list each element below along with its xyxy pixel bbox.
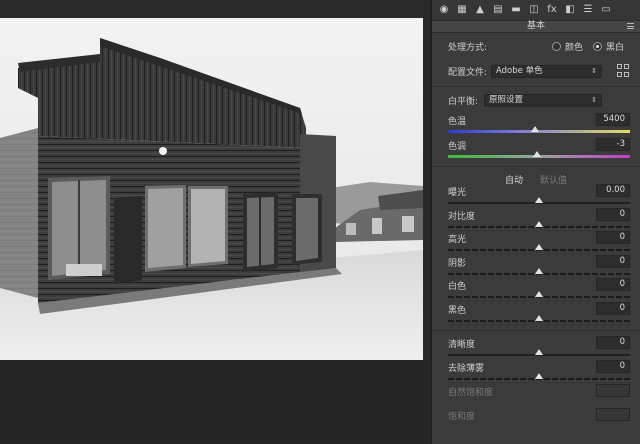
- profile-browser-icon[interactable]: [617, 64, 630, 77]
- slider-thumb[interactable]: [535, 220, 543, 227]
- basic-section-header: 基本: [432, 20, 640, 33]
- slider-row: 黑色 0: [448, 301, 630, 327]
- slider-value-input[interactable]: 0: [596, 336, 630, 349]
- photo-preview[interactable]: [0, 18, 423, 360]
- fx-tab-icon[interactable]: fx: [545, 3, 559, 17]
- white-balance-dropdown[interactable]: 原照设置 ⇕: [484, 93, 602, 107]
- color-radio[interactable]: [551, 41, 561, 51]
- slider-value-input[interactable]: 0: [596, 231, 630, 244]
- slider-row: 阴影 0: [448, 254, 630, 280]
- chevron-updown-icon: ⇕: [591, 66, 597, 75]
- canvas-background: [0, 360, 430, 444]
- detail-tab-icon[interactable]: ▲: [473, 3, 487, 17]
- slider-row: 白色 0: [448, 278, 630, 303]
- slider-thumb[interactable]: [535, 197, 543, 203]
- white-balance-label: 白平衡:: [448, 96, 479, 107]
- color-radio-label[interactable]: 颜色: [565, 40, 583, 53]
- slider-row: 清晰度 0: [448, 336, 630, 361]
- tint-label: 色调: [448, 142, 467, 152]
- slider-row: 自然饱和度: [448, 384, 630, 409]
- tint-slider-thumb[interactable]: [533, 151, 542, 157]
- panel-tab-bar: ◉ ▦ ▲ ▤ ▬ ◫ fx ◧ ☰ ▭: [432, 0, 640, 20]
- slider-label: 去除薄雾: [448, 364, 485, 374]
- slider-value-input[interactable]: 0: [596, 207, 630, 221]
- bw-radio-label[interactable]: 黑白: [606, 40, 624, 53]
- slider-label: 阴影: [448, 258, 467, 269]
- photo-editor-window: ◉ ▦ ▲ ▤ ▬ ◫ fx ◧ ☰ ▭ 基本 处理方式: 颜色 黑白 配置文件: Adobe 单…: [0, 0, 640, 444]
- slider-thumb[interactable]: [535, 314, 543, 321]
- image-canvas[interactable]: [0, 0, 430, 444]
- slider-thumb[interactable]: [535, 291, 543, 297]
- building-photo: [0, 18, 423, 360]
- slider-label: 曝光: [448, 188, 467, 198]
- slider-value-input[interactable]: 0: [596, 278, 630, 291]
- slider-row: 曝光 0.00: [448, 184, 630, 209]
- slider-value-input[interactable]: 0.00: [596, 184, 630, 197]
- slider-thumb[interactable]: [535, 349, 543, 355]
- slider-value-input: [596, 384, 630, 397]
- slider-value-input[interactable]: 0: [596, 301, 630, 315]
- slider-thumb[interactable]: [535, 373, 543, 379]
- slider-label: 清晰度: [448, 340, 476, 350]
- divider: [432, 86, 640, 87]
- adjustment-panel: ◉ ▦ ▲ ▤ ▬ ◫ fx ◧ ☰ ▭ 基本 处理方式: 颜色 黑白 配置文件: Adobe 单…: [431, 0, 640, 444]
- white-balance-value: 原照设置: [489, 94, 524, 105]
- slider-label: 高光: [448, 235, 467, 245]
- split-toning-tab-icon[interactable]: ▬: [509, 3, 523, 17]
- divider: [432, 330, 640, 331]
- slider-row: 饱和度: [448, 408, 630, 433]
- slider-value-input[interactable]: 0: [596, 254, 630, 268]
- presets-tab-icon[interactable]: ☰: [581, 3, 595, 17]
- slider-label: 自然饱和度: [448, 388, 494, 398]
- calibration-tab-icon[interactable]: ◧: [563, 3, 577, 17]
- tint-value-input[interactable]: -3: [596, 138, 630, 151]
- hsl-tab-icon[interactable]: ▤: [491, 3, 505, 17]
- slider-thumb[interactable]: [535, 244, 543, 250]
- profile-dropdown[interactable]: Adobe 单色 ⇕: [491, 64, 602, 78]
- profile-label: 配置文件:: [448, 67, 488, 78]
- slider-label: 对比度: [448, 211, 476, 222]
- tone-curve-tab-icon[interactable]: ▦: [455, 3, 469, 17]
- panel-menu-icon[interactable]: [627, 23, 634, 29]
- slider-row: 高光 0: [448, 231, 630, 256]
- bw-radio[interactable]: [592, 41, 602, 51]
- chevron-updown-icon: ⇕: [591, 95, 597, 104]
- tint-slider-row: 色调 -3: [448, 138, 630, 163]
- profile-row: 配置文件: Adobe 单色 ⇕: [448, 64, 630, 78]
- temperature-slider-row: 色温 5400: [448, 113, 630, 138]
- slider-row: 去除薄雾 0: [448, 360, 630, 385]
- slider-row: 对比度 0: [448, 207, 630, 233]
- temperature-slider-thumb[interactable]: [531, 126, 540, 132]
- basic-tab-icon[interactable]: ◉: [437, 3, 451, 17]
- slider-label: 饱和度: [448, 412, 476, 422]
- temperature-value-input[interactable]: 5400: [596, 113, 630, 126]
- treatment-row: 处理方式: 颜色 黑白: [448, 40, 630, 53]
- white-balance-row: 白平衡: 原照设置 ⇕: [448, 93, 630, 107]
- snapshots-tab-icon[interactable]: ▭: [599, 3, 613, 17]
- slider-label: 黑色: [448, 305, 467, 316]
- temperature-label: 色温: [448, 117, 467, 127]
- section-title: 基本: [526, 21, 545, 31]
- treatment-label: 处理方式:: [448, 42, 488, 53]
- profile-value: Adobe 单色: [496, 65, 543, 76]
- slider-value-input[interactable]: 0: [596, 360, 630, 373]
- slider-value-input: [596, 408, 630, 421]
- divider: [432, 166, 640, 167]
- slider-thumb[interactable]: [535, 267, 543, 274]
- slider-label: 白色: [448, 282, 467, 292]
- lens-tab-icon[interactable]: ◫: [527, 3, 541, 17]
